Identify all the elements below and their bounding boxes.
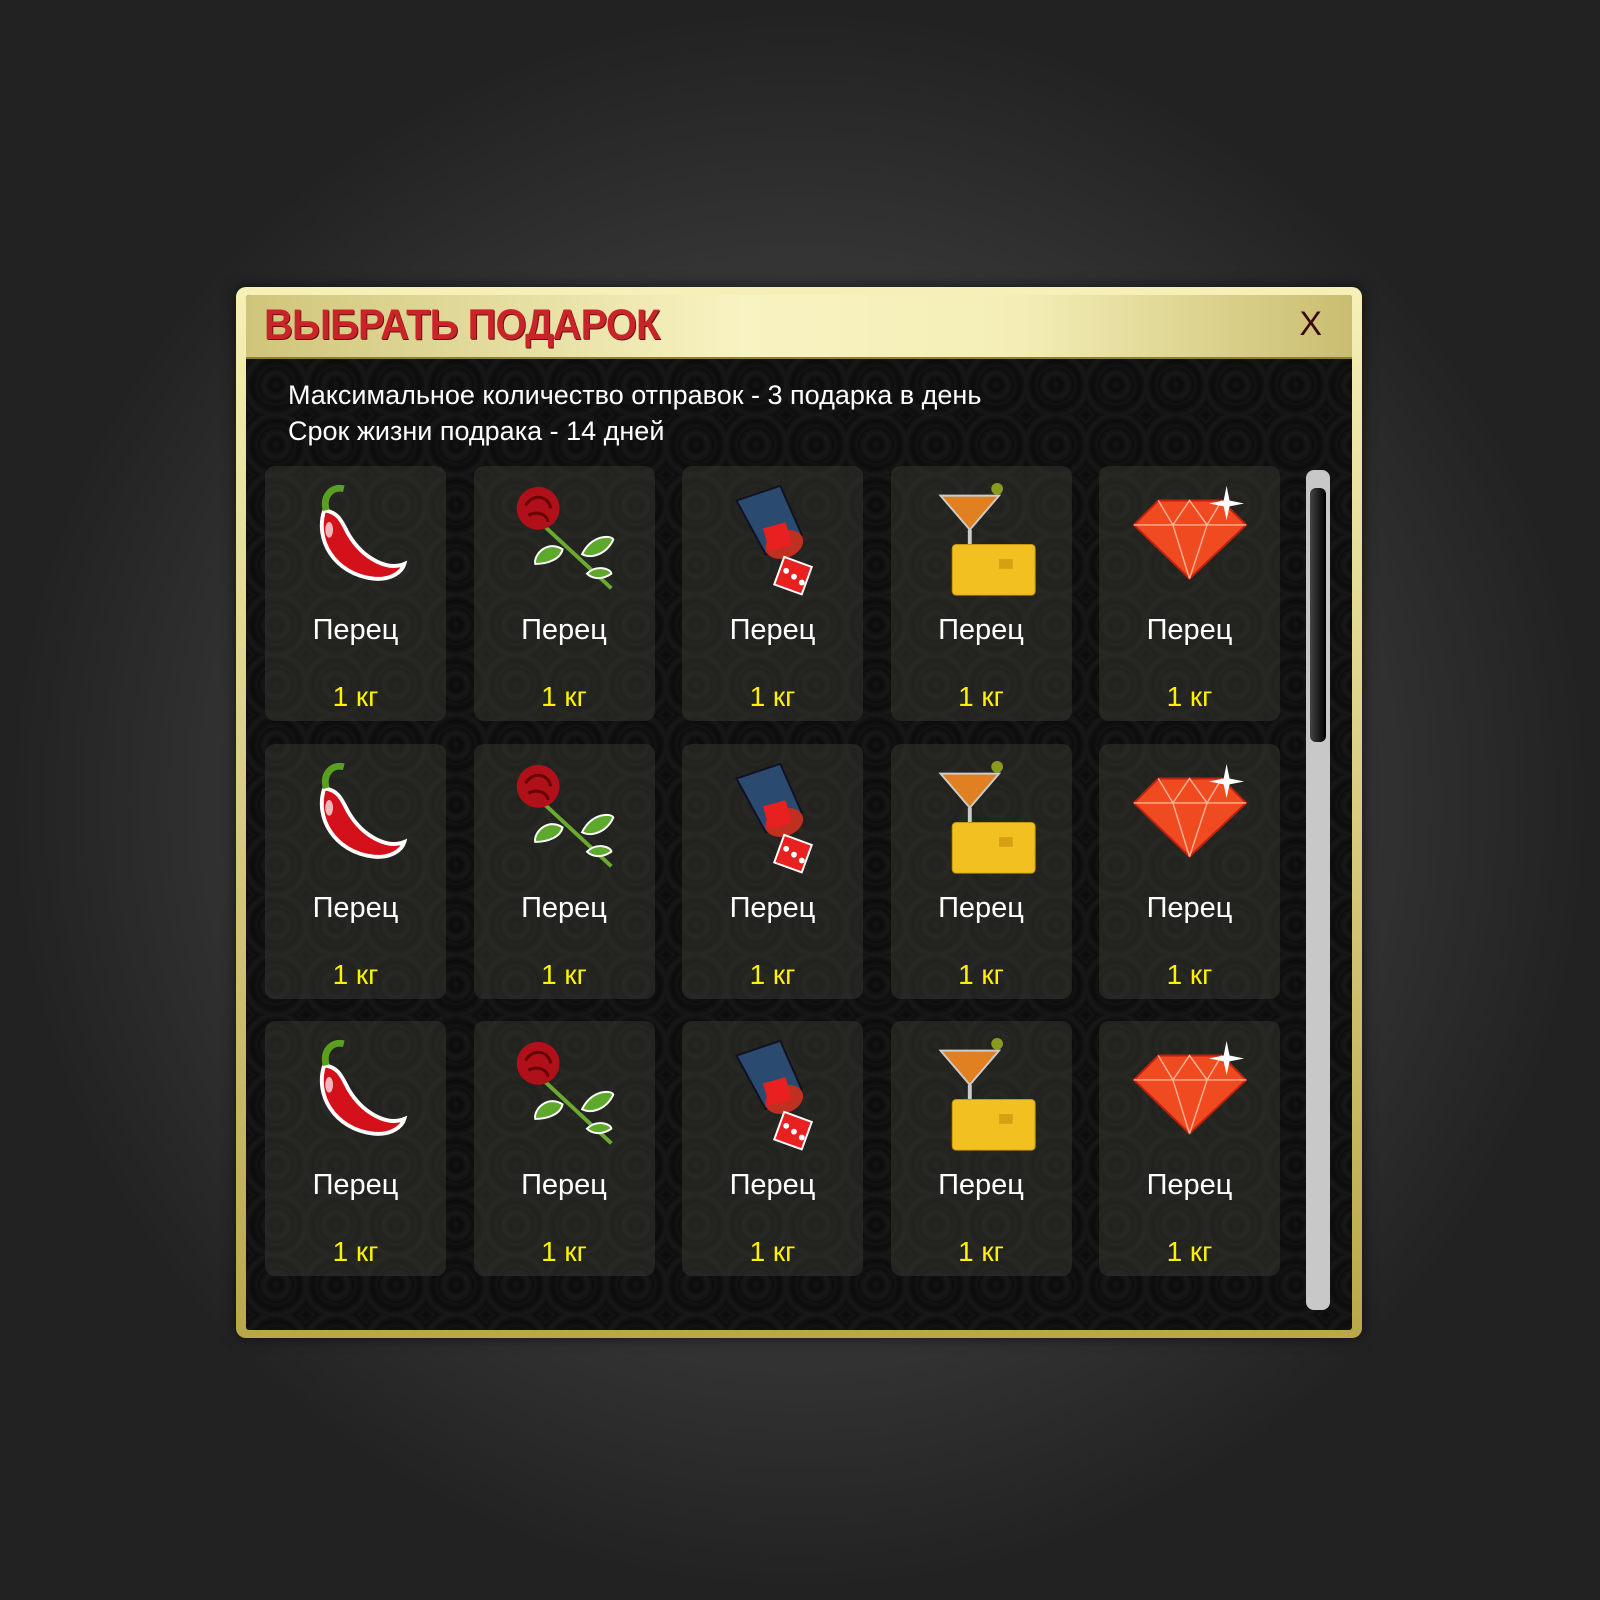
chili-pepper-icon — [319, 484, 408, 581]
cocktail-card-icon — [937, 1037, 1036, 1151]
info-text: Максимальное количество отправок - 3 под… — [288, 377, 981, 449]
gift-card[interactable]: Перец 1 кг — [890, 743, 1072, 999]
gift-card[interactable]: Перец 1 кг — [473, 1021, 655, 1276]
gift-name: Перец — [521, 1169, 607, 1201]
chili-pepper-icon — [319, 1039, 408, 1136]
gift-weight: 1 кг — [749, 958, 796, 990]
gift-weight: 1 кг — [541, 958, 587, 990]
gift-card[interactable]: Перец 1 кг — [473, 743, 655, 999]
gift-name: Перец — [312, 891, 399, 924]
gift-weight: 1 кг — [332, 681, 379, 712]
chili-pepper-icon — [319, 762, 408, 859]
gift-card[interactable]: Перец 1 кг — [890, 466, 1072, 721]
gift-card[interactable]: Перец 1 кг — [890, 1021, 1072, 1276]
gift-weight: 1 кг — [1166, 681, 1213, 712]
dialog-title: ВЫБРАТЬ ПОДАРОК — [264, 301, 660, 349]
gift-card[interactable]: Перец 1 кг — [473, 466, 655, 721]
gift-card[interactable]: Перец 1 кг — [265, 1021, 446, 1276]
dialog-body: ВЫБРАТЬ ПОДАРОК X Максимальное количеств… — [246, 295, 1352, 1330]
gift-name: Перец — [938, 891, 1024, 924]
cocktail-card-icon — [937, 482, 1036, 596]
gift-name: Перец — [729, 891, 816, 924]
gift-card[interactable]: Перец 1 кг — [1099, 466, 1280, 721]
gift-dialog: ВЫБРАТЬ ПОДАРОК X Максимальное количеств… — [236, 287, 1362, 1338]
gift-weight: 1 кг — [332, 1236, 379, 1267]
scrollbar[interactable] — [1306, 470, 1330, 1310]
gift-card[interactable]: Перец 1 кг — [1099, 1021, 1280, 1276]
gift-name: Перец — [938, 614, 1024, 646]
gift-name: Перец — [312, 614, 399, 646]
gift-name: Перец — [729, 614, 816, 646]
gem-icon — [1132, 1040, 1248, 1135]
dice-cup-icon — [734, 484, 814, 596]
info-line-lifetime: Срок жизни подрака - 14 дней — [288, 416, 665, 446]
close-button[interactable]: X — [1299, 305, 1322, 344]
gift-weight: 1 кг — [541, 1236, 587, 1267]
gift-name: Перец — [938, 1169, 1024, 1201]
rose-icon — [516, 764, 614, 868]
gem-icon — [1132, 485, 1248, 580]
gift-weight: 1 кг — [958, 958, 1004, 990]
dialog-header: ВЫБРАТЬ ПОДАРОК X — [246, 295, 1352, 359]
gift-name: Перец — [1146, 614, 1233, 646]
info-line-limit: Максимальное количество отправок - 3 под… — [288, 380, 982, 410]
dice-cup-icon — [734, 1039, 814, 1151]
gift-name: Перец — [521, 614, 607, 646]
gift-weight: 1 кг — [1166, 1236, 1213, 1267]
gift-name: Перец — [521, 891, 607, 924]
gift-card[interactable]: Перец 1 кг — [682, 466, 863, 721]
gift-name: Перец — [312, 1169, 399, 1201]
dice-cup-icon — [734, 762, 814, 874]
rose-icon — [516, 486, 614, 590]
gift-name: Перец — [1146, 1169, 1233, 1201]
cocktail-card-icon — [937, 760, 1036, 874]
gift-card[interactable]: Перец 1 кг — [265, 466, 446, 721]
gift-card[interactable]: Перец 1 кг — [682, 743, 863, 999]
gem-icon — [1132, 763, 1248, 858]
rose-icon — [516, 1041, 614, 1145]
gift-name: Перец — [729, 1169, 816, 1201]
gift-card[interactable]: Перец 1 кг — [265, 743, 446, 999]
gift-weight: 1 кг — [332, 958, 379, 990]
gift-card[interactable]: Перец 1 кг — [682, 1021, 863, 1276]
gift-weight: 1 кг — [749, 681, 796, 712]
scrollbar-thumb[interactable] — [1310, 488, 1326, 742]
gift-weight: 1 кг — [541, 681, 587, 712]
gift-name: Перец — [1146, 891, 1233, 924]
gift-weight: 1 кг — [1166, 958, 1213, 990]
gift-weight: 1 кг — [749, 1236, 796, 1267]
gift-weight: 1 кг — [958, 681, 1004, 712]
gift-card[interactable]: Перец 1 кг — [1099, 743, 1280, 999]
gift-weight: 1 кг — [958, 1236, 1004, 1267]
